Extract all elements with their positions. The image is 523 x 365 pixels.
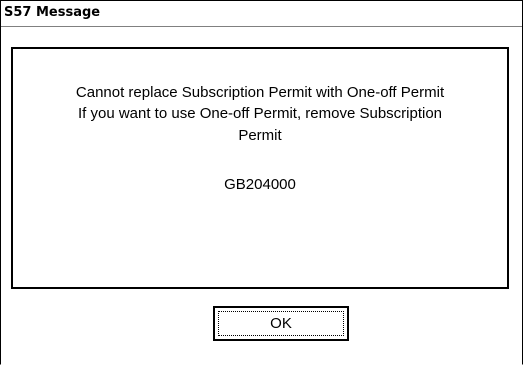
- title-separator: [1, 26, 522, 27]
- message-line-1: Cannot replace Subscription Permit with …: [75, 84, 445, 101]
- s57-message-dialog: S57 Message Cannot replace Subscription …: [0, 0, 523, 365]
- cell-code: GB204000: [224, 176, 296, 193]
- message-line-3: Permit: [238, 127, 282, 144]
- dialog-title: S57 Message: [4, 5, 101, 20]
- message-panel: Cannot replace Subscription Permit with …: [11, 47, 509, 289]
- ok-button[interactable]: OK: [213, 306, 349, 341]
- message-line-2: If you want to use One-off Permit, remov…: [77, 105, 443, 122]
- ok-button-label: OK: [270, 315, 292, 332]
